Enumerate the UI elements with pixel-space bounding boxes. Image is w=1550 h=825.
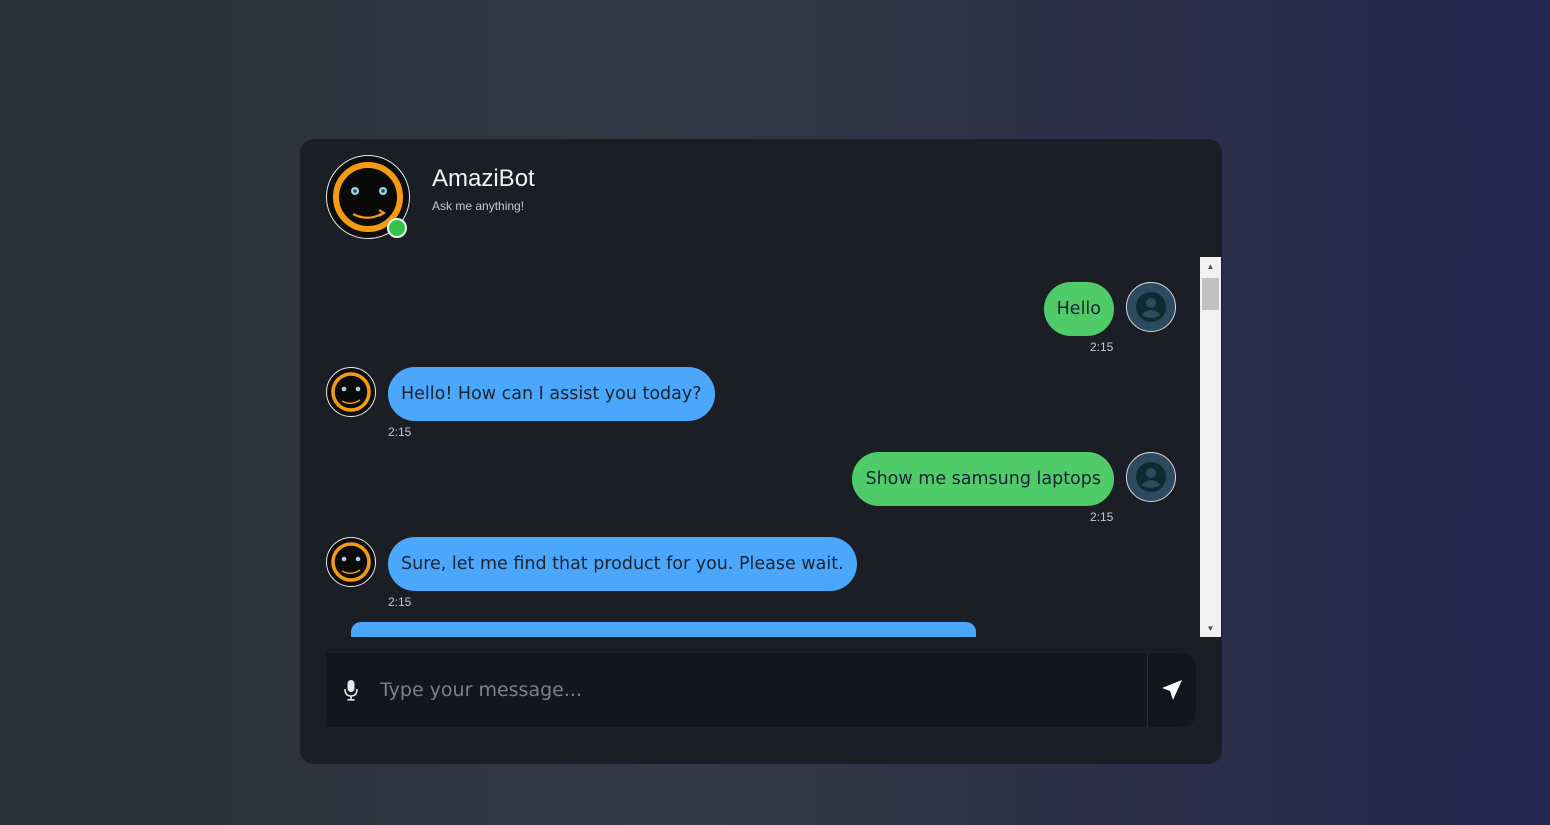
user-icon [1136,462,1166,492]
message-row-user: Show me samsung laptops [852,452,1176,506]
message-row-bot: Hello! How can I assist you today? [326,367,715,421]
online-status-dot [387,218,407,238]
bot-avatar [326,155,410,239]
message-composer [326,652,1196,728]
user-icon [1136,292,1166,322]
microphone-icon [344,680,358,701]
bot-name: AmaziBot [432,165,535,192]
scroll-up-arrow-icon[interactable]: ▲ [1200,257,1221,275]
user-avatar [1126,452,1176,502]
send-icon [1162,680,1182,700]
bot-subtitle: Ask me anything! [432,199,525,213]
message-time: 2:15 [1090,340,1114,354]
message-row-user: Hello [1043,282,1176,336]
send-button[interactable] [1147,653,1196,727]
bot-face-icon [331,372,371,412]
user-avatar [1126,282,1176,332]
bot-face-icon [331,542,371,582]
message-time: 2:15 [388,425,412,439]
message-time: 2:15 [1090,510,1114,524]
message-time: 2:15 [388,595,412,609]
bot-avatar-small [326,537,376,587]
user-message-bubble: Show me samsung laptops [852,452,1114,506]
mic-button[interactable] [326,679,376,701]
chat-header: AmaziBot Ask me anything! [326,155,535,239]
message-input[interactable] [376,652,1147,728]
message-scrollbar[interactable]: ▲ ▼ [1200,257,1221,637]
user-message-bubble: Hello [1043,282,1114,336]
message-row-bot: Sure, let me find that product for you. … [326,537,857,591]
bot-message-bubble: Sure, let me find that product for you. … [388,537,857,591]
bot-avatar-small [326,367,376,417]
chat-window: AmaziBot Ask me anything! Hello 2:15 Hel… [300,139,1222,764]
scroll-down-arrow-icon[interactable]: ▼ [1200,619,1221,637]
bot-message-bubble: Hello! How can I assist you today? [388,367,715,421]
message-list[interactable]: Hello 2:15 Hello! How can I assist you t… [326,257,1200,637]
product-card-partial [351,622,976,637]
scroll-thumb[interactable] [1202,278,1219,310]
